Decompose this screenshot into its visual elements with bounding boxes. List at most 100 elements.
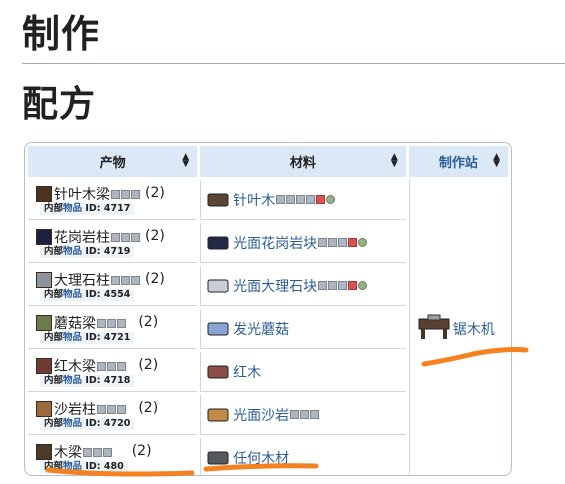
product-cell: 蘑菇梁 内部物品 ID: 4721 (2): [28, 309, 198, 349]
material-link[interactable]: 红木: [233, 365, 261, 381]
section-title-recipes: 配方: [22, 84, 97, 125]
product-item[interactable]: 沙岩柱 内部物品 ID: 4720: [36, 399, 135, 430]
sort-icon[interactable]: ▲ ▼: [391, 153, 398, 169]
product-name[interactable]: 大理石柱: [54, 273, 110, 289]
product-icon: [36, 358, 52, 374]
product-name[interactable]: 花岗岩柱: [54, 230, 110, 246]
material-cell: 发光蘑菇: [200, 309, 406, 349]
product-icon: [36, 401, 52, 417]
station-link[interactable]: 锯木机: [453, 322, 495, 338]
platform-mob-icon: [117, 404, 126, 414]
product-item[interactable]: 针叶木梁 内部物品 ID: 4717: [36, 184, 141, 215]
platform-pad-icon: [93, 447, 102, 457]
platform-pc-icon: [318, 238, 328, 247]
platform-mob-icon: [306, 195, 316, 204]
platform-icons: [318, 278, 368, 294]
platform-pad-icon: [107, 361, 116, 371]
platform-mob-icon: [131, 275, 140, 285]
internal-id: 内部物品 ID: 4719: [40, 246, 135, 258]
product-name[interactable]: 红木梁: [54, 359, 96, 375]
material-icon: [207, 406, 229, 424]
column-header-materials[interactable]: 材料 ▲ ▼: [200, 146, 406, 177]
material-cell: 光面沙岩: [200, 395, 406, 435]
product-count: (2): [145, 184, 165, 201]
product-cell: 针叶木梁 内部物品 ID: 4717 (2): [28, 180, 198, 220]
product-count: (2): [138, 356, 159, 373]
platform-red-icon: [348, 281, 358, 290]
product-icon: [36, 229, 52, 245]
product-item[interactable]: 花岗岩柱 内部物品 ID: 4719: [36, 227, 141, 258]
platform-pc-icon: [97, 404, 106, 414]
recipes-table-container: 产物 ▲ ▼ 材料 ▲ ▼ 制作站 ▲ ▼ 针叶木梁 内部物品 ID: 4717 (2) 针叶木锯…: [24, 142, 512, 476]
material-link[interactable]: 光面沙岩: [233, 408, 289, 424]
platform-pc-icon: [111, 189, 120, 199]
platform-pc-icon: [111, 275, 120, 285]
platform-mob-icon: [117, 361, 126, 371]
product-item[interactable]: 蘑菇梁 内部物品 ID: 4721: [36, 313, 135, 344]
internal-id: 内部物品 ID: 4720: [40, 418, 135, 430]
material-link[interactable]: 光面花岗岩块: [233, 236, 317, 252]
platform-char-icon: [131, 189, 140, 199]
platform-char-icon: [296, 195, 306, 204]
product-cell: 木梁 内部物品 ID: 480 (2): [28, 438, 198, 475]
platform-gear-icon: [326, 195, 336, 204]
product-name[interactable]: 蘑菇梁: [54, 316, 96, 332]
product-cell: 花岗岩柱 内部物品 ID: 4719 (2): [28, 223, 198, 263]
platform-pad-icon: [286, 195, 296, 204]
platform-pc-icon: [318, 281, 328, 290]
internal-id: 内部物品 ID: 4717: [40, 203, 135, 215]
platform-pad-icon: [121, 232, 130, 242]
internal-id: 内部物品 ID: 4718: [40, 375, 135, 387]
platform-gear-icon: [358, 238, 368, 247]
station-cell: 锯木机: [408, 180, 508, 475]
platform-red-icon: [348, 238, 358, 247]
material-icon: [207, 449, 229, 467]
product-name[interactable]: 木梁: [54, 445, 82, 461]
platform-icons: [97, 401, 127, 417]
material-link[interactable]: 针叶木: [233, 193, 275, 209]
material-icon: [207, 191, 229, 209]
material-link[interactable]: 任何木材: [233, 451, 289, 467]
internal-id: 内部物品 ID: 4554: [40, 289, 135, 301]
material-icon: [207, 277, 229, 295]
platform-mob-icon: [310, 410, 320, 419]
product-item[interactable]: 木梁 内部物品 ID: 480: [36, 442, 128, 473]
platform-pad-icon: [300, 410, 310, 419]
platform-icons: [111, 229, 141, 245]
product-count: (2): [145, 227, 165, 244]
column-header-station[interactable]: 制作站 ▲ ▼: [408, 146, 508, 177]
platform-mob-icon: [338, 281, 348, 290]
product-cell: 沙岩柱 内部物品 ID: 4720 (2): [28, 395, 198, 435]
product-count: (2): [131, 442, 152, 459]
platform-mob-icon: [338, 238, 348, 247]
platform-pc-icon: [97, 361, 106, 371]
material-icon: [207, 320, 229, 338]
material-icon: [207, 363, 229, 381]
platform-icons: [111, 186, 141, 202]
material-icon: [207, 234, 229, 252]
material-cell: 光面大理石块: [200, 266, 406, 306]
material-link[interactable]: 发光蘑菇: [233, 322, 289, 338]
sort-icon[interactable]: ▲ ▼: [182, 153, 189, 169]
platform-pc-icon: [83, 447, 92, 457]
platform-pad-icon: [121, 189, 130, 199]
platform-icons: [290, 407, 320, 423]
internal-id: 内部物品 ID: 4721: [40, 332, 135, 344]
column-header-product[interactable]: 产物 ▲ ▼: [28, 146, 198, 177]
page-title: 制作: [22, 12, 101, 56]
platform-pad-icon: [328, 281, 338, 290]
product-item[interactable]: 红木梁 内部物品 ID: 4718: [36, 356, 135, 387]
sawmill-icon: [418, 314, 450, 344]
recipes-table: 产物 ▲ ▼ 材料 ▲ ▼ 制作站 ▲ ▼ 针叶木梁 内部物品 ID: 4717 (2) 针叶木锯…: [25, 143, 511, 475]
product-item[interactable]: 大理石柱 内部物品 ID: 4554: [36, 270, 141, 301]
platform-pad-icon: [107, 404, 116, 414]
platform-mob-icon: [131, 232, 140, 242]
product-name[interactable]: 沙岩柱: [54, 402, 96, 418]
product-cell: 红木梁 内部物品 ID: 4718 (2): [28, 352, 198, 392]
product-name[interactable]: 针叶木梁: [54, 187, 110, 203]
platform-red-icon: [316, 195, 326, 204]
material-link[interactable]: 光面大理石块: [233, 279, 317, 295]
sort-icon[interactable]: ▲ ▼: [493, 153, 500, 169]
product-count: (2): [138, 313, 159, 330]
platform-pc-icon: [111, 232, 120, 242]
